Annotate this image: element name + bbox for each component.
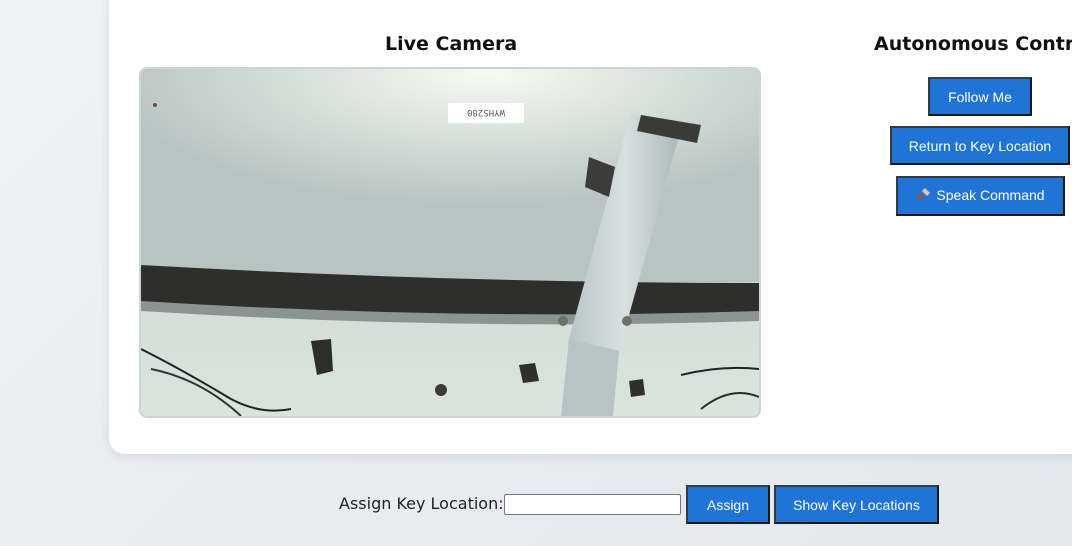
live-camera-title: Live Camera (385, 33, 518, 55)
return-to-key-location-button[interactable]: Return to Key Location (890, 126, 1070, 165)
microphone-icon (916, 180, 931, 214)
svg-text:WYHS280: WYHS280 (467, 107, 505, 117)
live-camera-feed: WYHS280 (139, 67, 761, 418)
follow-me-button[interactable]: Follow Me (928, 77, 1032, 116)
speak-command-label: Speak Command (936, 187, 1045, 204)
assign-button[interactable]: Assign (686, 485, 770, 524)
camera-image: WYHS280 (141, 69, 759, 416)
show-key-locations-button[interactable]: Show Key Locations (774, 485, 939, 524)
key-location-input[interactable] (504, 494, 681, 515)
assign-key-location-label: Assign Key Location: (339, 494, 504, 513)
autonomous-control-title: Autonomous Control (874, 33, 1072, 55)
speak-command-button[interactable]: Speak Command (896, 176, 1065, 216)
